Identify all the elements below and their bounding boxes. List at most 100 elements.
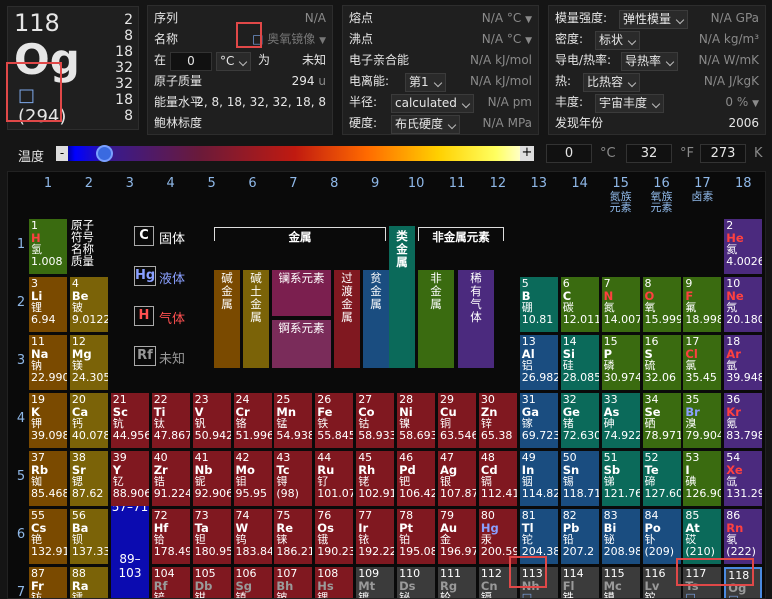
element-cell-ge[interactable]: 32 Ge 锗 72.630 bbox=[560, 393, 599, 448]
element-cell-he[interactable]: 2 He 氦 4.0026 bbox=[724, 219, 763, 274]
element-cell-h[interactable]: 1 H 氢 1.008 bbox=[29, 219, 67, 274]
group-header-11[interactable]: 11 bbox=[438, 176, 476, 191]
element-cell-cl[interactable]: 17 Cl 氯 35.45 bbox=[683, 335, 722, 390]
element-cell-mn[interactable]: 25 Mn 锰 54.938 bbox=[274, 393, 313, 448]
group-header-3[interactable]: 3 bbox=[111, 176, 149, 191]
element-cell-c[interactable]: 6 C 碳 12.011 bbox=[560, 277, 599, 332]
element-cell-rg[interactable]: 111Rg轮(282) bbox=[438, 567, 476, 598]
element-cell-kr[interactable]: 36 Kr 氪 83.798 bbox=[724, 393, 763, 448]
element-cell-i[interactable]: 53 I 碘 126.90 bbox=[683, 451, 722, 506]
element-cell-ti[interactable]: 22 Ti 钛 47.867 bbox=[151, 393, 190, 448]
density-select[interactable]: 标状 bbox=[595, 31, 641, 50]
group-header-13[interactable]: 13 bbox=[520, 176, 558, 191]
element-cell-pt[interactable]: 78 Pt 铂 195.08 bbox=[397, 509, 436, 564]
element-cell-ds[interactable]: 110Ds铋(281) bbox=[397, 567, 436, 598]
element-cell-cd[interactable]: 48 Cd 镉 112.41 bbox=[478, 451, 517, 506]
period-header-4[interactable]: 4 bbox=[12, 411, 30, 426]
period-header-1[interactable]: 1 bbox=[12, 237, 30, 252]
element-cell-xe[interactable]: 54 Xe 氙 131.29 bbox=[724, 451, 763, 506]
element-cell-k[interactable]: 19 K 钾 39.098 bbox=[29, 393, 67, 448]
group-header-10[interactable]: 10 bbox=[397, 176, 435, 191]
element-cell-pb[interactable]: 82 Pb 铅 207.2 bbox=[560, 509, 599, 564]
radius-select[interactable]: calculated bbox=[391, 94, 474, 113]
element-cell-bi[interactable]: 83 Bi 铋 208.98 bbox=[601, 509, 640, 564]
element-cell-fr[interactable]: 87Fr钫(223) bbox=[29, 567, 67, 598]
element-cell-nb[interactable]: 41 Nb 铌 92.906 bbox=[192, 451, 231, 506]
element-cell-rf[interactable]: 104Rf铲(267) bbox=[151, 567, 190, 598]
element-cell-o[interactable]: 8 O 氧 15.999 bbox=[642, 277, 681, 332]
group-header-4[interactable]: 4 bbox=[152, 176, 190, 191]
heat-select[interactable]: 比热容 bbox=[583, 73, 641, 92]
element-cell-br[interactable]: 35 Br 溴 79.904 bbox=[683, 393, 722, 448]
element-cell-p[interactable]: 15 P 磷 30.974 bbox=[601, 335, 640, 390]
element-cell-ni[interactable]: 28 Ni 镍 58.693 bbox=[397, 393, 436, 448]
element-cell-fl[interactable]: 114Fl铁(289) bbox=[560, 567, 599, 598]
element-cell-mg[interactable]: 12 Mg 镁 24.305 bbox=[69, 335, 108, 390]
element-cell-s[interactable]: 16 S 硫 32.06 bbox=[642, 335, 681, 390]
group-header-12[interactable]: 12 bbox=[479, 176, 517, 191]
group-header-7[interactable]: 7 bbox=[274, 176, 312, 191]
element-cell-zr[interactable]: 40 Zr 锆 91.224 bbox=[151, 451, 190, 506]
element-cell-ag[interactable]: 47 Ag 银 107.87 bbox=[438, 451, 476, 506]
chevron-down-icon[interactable]: ▼ bbox=[752, 99, 759, 109]
conductivity-select[interactable]: 导热率 bbox=[621, 52, 679, 71]
element-cell-sg[interactable]: 106Sg镇(269) bbox=[233, 567, 272, 598]
element-cell-ru[interactable]: 44 Ru 钌 101.07 bbox=[315, 451, 354, 506]
state-unit-select[interactable]: °C bbox=[216, 52, 252, 71]
element-cell-se[interactable]: 34 Se 硒 78.971 bbox=[642, 393, 681, 448]
element-cell-hs[interactable]: 108Hs锞(277) bbox=[315, 567, 354, 598]
period-header-2[interactable]: 2 bbox=[12, 295, 30, 310]
group-header-14[interactable]: 14 bbox=[561, 176, 599, 191]
element-cell-w[interactable]: 74 W 钨 183.84 bbox=[233, 509, 272, 564]
temperature-slider[interactable]: - + bbox=[56, 145, 534, 162]
element-cell-mt[interactable]: 109Mt镀(278) bbox=[356, 567, 395, 598]
element-cell-li[interactable]: 3 Li 锂 6.94 bbox=[29, 277, 67, 332]
element-cell-sr[interactable]: 38 Sr 锶 87.62 bbox=[69, 451, 108, 506]
element-cell-ta[interactable]: 73 Ta 钽 180.95 bbox=[192, 509, 231, 564]
element-cell-ir[interactable]: 77 Ir 铱 192.22 bbox=[356, 509, 395, 564]
element-cell-hf[interactable]: 72 Hf 铪 178.49 bbox=[151, 509, 190, 564]
element-cell-co[interactable]: 27 Co 钴 58.933 bbox=[356, 393, 395, 448]
element-cell-sn[interactable]: 50 Sn 锡 118.71 bbox=[560, 451, 599, 506]
element-cell-rn[interactable]: 86 Rn 氡 (222) bbox=[724, 509, 763, 564]
abundance-select[interactable]: 宇宙丰度 bbox=[595, 94, 665, 113]
element-cell-cs[interactable]: 55 Cs 铯 132.91 bbox=[29, 509, 67, 564]
element-cell-si[interactable]: 14 Si 硅 28.085 bbox=[560, 335, 599, 390]
group-header-5[interactable]: 5 bbox=[193, 176, 231, 191]
temp-slider-handle[interactable] bbox=[96, 145, 113, 162]
element-cell-os[interactable]: 76 Os 锇 190.23 bbox=[315, 509, 354, 564]
modulus-select[interactable]: 弹性模量 bbox=[619, 10, 689, 29]
element-cell-mo[interactable]: 42 Mo 钼 95.95 bbox=[233, 451, 272, 506]
period-header-6[interactable]: 6 bbox=[12, 527, 30, 542]
kelvin-input[interactable]: 273 bbox=[700, 144, 746, 163]
element-cell-db[interactable]: 105Db钳(268) bbox=[192, 567, 231, 598]
group-header-16[interactable]: 16 氧族 元素 bbox=[643, 176, 681, 213]
element-cell-at[interactable]: 85 At 砹 (210) bbox=[683, 509, 722, 564]
group-header-2[interactable]: 2 bbox=[70, 176, 108, 191]
temp-plus-button[interactable]: + bbox=[520, 146, 534, 161]
element-cell-rb[interactable]: 37 Rb 铷 85.468 bbox=[29, 451, 67, 506]
celsius-input[interactable]: 0 bbox=[546, 144, 592, 163]
fahrenheit-input[interactable]: 32 bbox=[626, 144, 672, 163]
element-cell-na[interactable]: 11 Na 钠 22.990 bbox=[29, 335, 67, 390]
element-cell-pd[interactable]: 46 Pd 钯 106.42 bbox=[397, 451, 436, 506]
period-header-7[interactable]: 7 bbox=[12, 585, 30, 598]
group-header-9[interactable]: 9 bbox=[356, 176, 394, 191]
element-cell-sb[interactable]: 51 Sb 锑 121.76 bbox=[601, 451, 640, 506]
element-cell-ga[interactable]: 31 Ga 镓 69.723 bbox=[519, 393, 558, 448]
element-cell-sc[interactable]: 21 Sc 钪 44.956 bbox=[110, 393, 149, 448]
group-header-18[interactable]: 18 bbox=[724, 176, 762, 191]
element-cell-as[interactable]: 33 As 砷 74.922 bbox=[601, 393, 640, 448]
element-cell-n[interactable]: 7 N 氮 14.007 bbox=[601, 277, 640, 332]
name-select[interactable]: □ 奥氧镜像 ▼ bbox=[252, 29, 326, 52]
element-cell-ba[interactable]: 56 Ba 钡 137.33 bbox=[69, 509, 108, 564]
element-cell-ca[interactable]: 20 Ca 钙 40.078 bbox=[69, 393, 108, 448]
element-cell-ne[interactable]: 10 Ne 氖 20.180 bbox=[724, 277, 763, 332]
ionization-select[interactable]: 第1 bbox=[405, 73, 446, 92]
chevron-down-icon[interactable]: ▼ bbox=[525, 36, 532, 46]
element-cell-al[interactable]: 13 Al 铝 26.982 bbox=[519, 335, 558, 390]
element-cell-cu[interactable]: 29 Cu 铜 63.546 bbox=[438, 393, 476, 448]
element-cell-zn[interactable]: 30 Zn 锌 65.38 bbox=[478, 393, 517, 448]
group-header-15[interactable]: 15 氮族 元素 bbox=[602, 176, 640, 213]
group-header-8[interactable]: 8 bbox=[315, 176, 353, 191]
